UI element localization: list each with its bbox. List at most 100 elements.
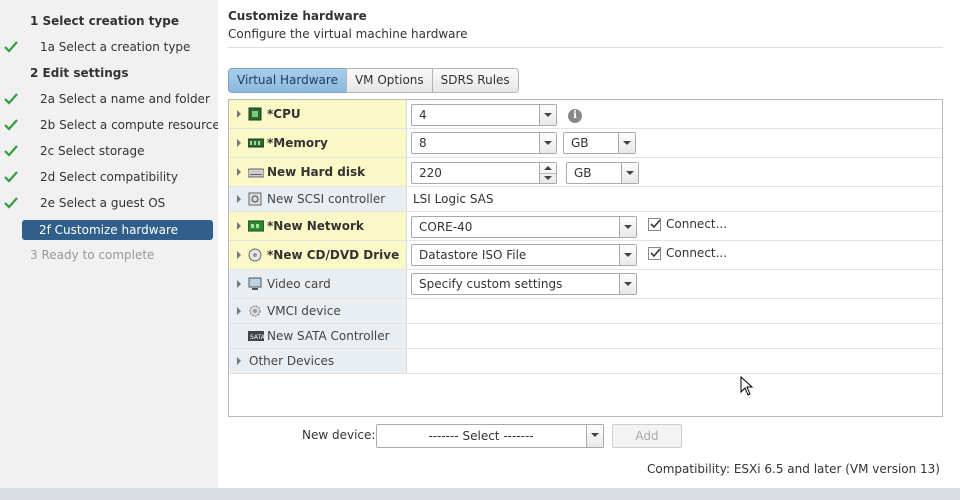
row-label-cell: VMCI device (229, 299, 407, 323)
new-device-select[interactable]: ------- Select ------- (376, 424, 604, 448)
memory-size-combo[interactable]: 8 (411, 132, 557, 154)
mouse-cursor-icon (740, 375, 754, 399)
spinner-arrows-icon[interactable] (539, 163, 556, 183)
checkmark-icon (4, 167, 18, 187)
row-label-cell: Other Devices (229, 349, 407, 373)
dropdown-arrow-icon[interactable] (539, 133, 556, 153)
cd-dvd-label: *New CD/DVD Drive (267, 248, 400, 262)
video-card-settings-select[interactable]: Specify custom settings (411, 273, 637, 295)
memory-icon (247, 136, 265, 150)
tab-vm-options[interactable]: VM Options (345, 68, 433, 93)
expand-arrow-icon[interactable] (237, 222, 241, 230)
step-2d[interactable]: 2d Select compatibility (40, 167, 178, 187)
row-label-cell: *New Network (229, 212, 407, 240)
expand-arrow-icon[interactable] (237, 251, 241, 259)
svg-text:SATA: SATA (250, 334, 264, 341)
sata-controller-icon: SATA (248, 329, 266, 343)
wizard-steps-sidebar: 1 Select creation type 1a Select a creat… (0, 0, 220, 500)
customize-hardware-panel: Customize hardware Configure the virtual… (218, 0, 960, 488)
memory-size-value: 8 (419, 136, 427, 150)
expand-arrow-icon[interactable] (237, 280, 241, 288)
step-2c[interactable]: 2c Select storage (40, 141, 144, 161)
network-connect-label: Connect... (666, 217, 728, 231)
divider (228, 47, 943, 48)
info-icon[interactable]: i (568, 109, 582, 123)
hardware-row-video-card: Video card Specify custom settings (229, 270, 942, 299)
vmci-device-label: VMCI device (267, 304, 341, 318)
expand-arrow-icon[interactable] (237, 307, 241, 315)
expand-arrow-icon[interactable] (237, 110, 241, 118)
cd-dvd-connect-checkbox[interactable] (648, 247, 661, 260)
dropdown-arrow-icon[interactable] (619, 245, 636, 265)
tab-bar: Virtual Hardware VM Options SDRS Rules (228, 68, 519, 93)
expand-arrow-icon[interactable] (237, 195, 241, 203)
step-1-header: 1 Select creation type (30, 14, 179, 28)
scsi-controller-icon (248, 192, 262, 206)
hardware-row-network: *New Network CORE-40 Connect... (229, 212, 942, 241)
dropdown-arrow-icon[interactable] (621, 163, 638, 183)
dropdown-arrow-icon[interactable] (539, 105, 556, 125)
scsi-controller-type: LSI Logic SAS (413, 192, 494, 206)
row-label-cell: New Hard disk (229, 158, 407, 186)
video-card-settings-value: Specify custom settings (419, 277, 563, 291)
scsi-controller-label: New SCSI controller (267, 192, 386, 206)
dropdown-arrow-icon[interactable] (619, 274, 636, 294)
hard-disk-icon (247, 165, 265, 179)
dropdown-arrow-icon[interactable] (618, 133, 635, 153)
row-label-cell: Video card (229, 270, 407, 298)
dropdown-arrow-icon[interactable] (619, 217, 636, 237)
disk-size-value: 220 (419, 166, 442, 180)
row-label-cell: *Memory (229, 129, 407, 157)
network-connect-checkbox[interactable] (648, 218, 661, 231)
step-2a[interactable]: 2a Select a name and folder (40, 89, 210, 109)
step-3: 3 Ready to complete (30, 248, 155, 262)
cd-dvd-media-select[interactable]: Datastore ISO File (411, 244, 637, 266)
checkmark-icon (4, 193, 18, 213)
step-2e[interactable]: 2e Select a guest OS (40, 193, 165, 213)
step-1a[interactable]: 1a Select a creation type (40, 37, 190, 57)
dropdown-arrow-icon[interactable] (586, 425, 603, 447)
page-subtitle: Configure the virtual machine hardware (228, 27, 468, 41)
checkmark-icon (4, 115, 18, 135)
hardware-row-sata-controller: SATA New SATA Controller (229, 324, 942, 349)
network-select[interactable]: CORE-40 (411, 216, 637, 238)
expand-arrow-icon[interactable] (237, 139, 241, 147)
add-device-button[interactable]: Add (612, 424, 682, 448)
hardware-row-vmci: VMCI device (229, 299, 942, 324)
hardware-row-cd-dvd: *New CD/DVD Drive Datastore ISO File Con… (229, 241, 942, 270)
row-label-cell: *CPU (229, 100, 407, 128)
hardware-row-cpu: *CPU 4 i (229, 100, 942, 129)
disk-size-spinner[interactable]: 220 (411, 162, 557, 184)
step-2f-active[interactable]: 2f Customize hardware (22, 220, 213, 240)
cd-dvd-media-value: Datastore ISO File (419, 248, 527, 262)
row-label-cell: New SCSI controller (229, 187, 407, 211)
tab-virtual-hardware[interactable]: Virtual Hardware (228, 68, 347, 93)
cd-dvd-connect-label: Connect... (666, 246, 728, 260)
cpu-icon (248, 107, 262, 121)
tab-sdrs-rules[interactable]: SDRS Rules (431, 68, 519, 93)
virtual-hardware-list: *CPU 4 i *Memory 8 GB New Hard disk 220 … (228, 99, 943, 417)
new-device-label: New device: (302, 428, 376, 442)
compatibility-text: Compatibility: ESXi 6.5 and later (VM ve… (647, 462, 940, 476)
network-icon (247, 219, 265, 233)
expand-arrow-icon[interactable] (237, 357, 241, 365)
hard-disk-label: New Hard disk (267, 165, 366, 179)
cpu-count-combo[interactable]: 4 (411, 104, 557, 126)
checkmark-icon (4, 37, 18, 57)
checkmark-icon (4, 89, 18, 109)
expand-arrow-icon[interactable] (237, 168, 241, 176)
sata-controller-label: New SATA Controller (267, 329, 390, 343)
network-label: *New Network (267, 219, 364, 233)
page-title: Customize hardware (228, 9, 367, 23)
vmci-device-icon (248, 304, 262, 318)
hardware-row-other-devices: Other Devices (229, 349, 942, 374)
disk-unit-value: GB (574, 166, 592, 180)
hardware-row-hard-disk: New Hard disk 220 GB (229, 158, 942, 187)
step-2b[interactable]: 2b Select a compute resource (40, 115, 220, 135)
new-device-value: ------- Select ------- (428, 429, 534, 443)
hardware-row-scsi-controller: New SCSI controller LSI Logic SAS (229, 187, 942, 212)
memory-unit-select[interactable]: GB (563, 132, 636, 154)
dialog-footer-strip (0, 488, 960, 500)
disk-unit-select[interactable]: GB (566, 162, 639, 184)
hardware-row-memory: *Memory 8 GB (229, 129, 942, 158)
